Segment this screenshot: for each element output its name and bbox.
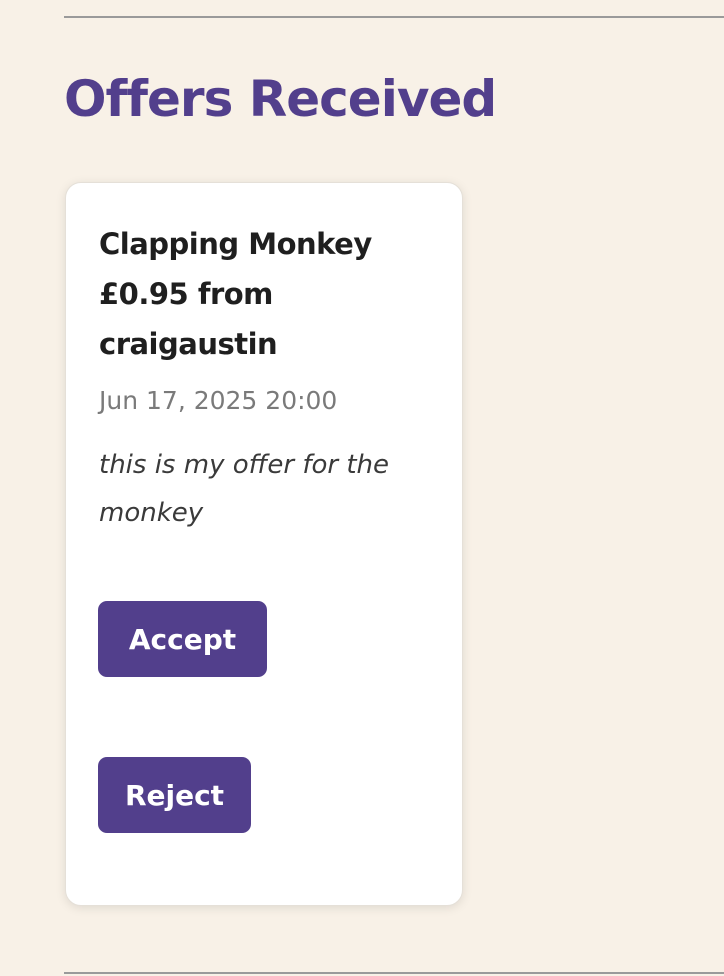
accept-button[interactable]: Accept bbox=[98, 601, 267, 677]
top-divider bbox=[64, 16, 724, 18]
offer-card: Clapping Monkey £0.95 from craigaustin J… bbox=[65, 182, 463, 906]
offer-heading: Clapping Monkey £0.95 from craigaustin bbox=[99, 219, 439, 369]
offer-amount: £0.95 from bbox=[99, 277, 273, 311]
offers-page: Offers Received Clapping Monkey £0.95 fr… bbox=[0, 0, 724, 976]
offer-date: Jun 17, 2025 20:00 bbox=[99, 386, 338, 415]
section-title: Offers Received bbox=[64, 70, 497, 128]
reject-button[interactable]: Reject bbox=[98, 757, 251, 833]
offer-item-name: Clapping Monkey bbox=[99, 227, 372, 261]
offer-message: this is my offer for the monkey bbox=[99, 450, 390, 528]
bottom-divider bbox=[64, 972, 724, 974]
offer-sender: craigaustin bbox=[99, 327, 278, 361]
